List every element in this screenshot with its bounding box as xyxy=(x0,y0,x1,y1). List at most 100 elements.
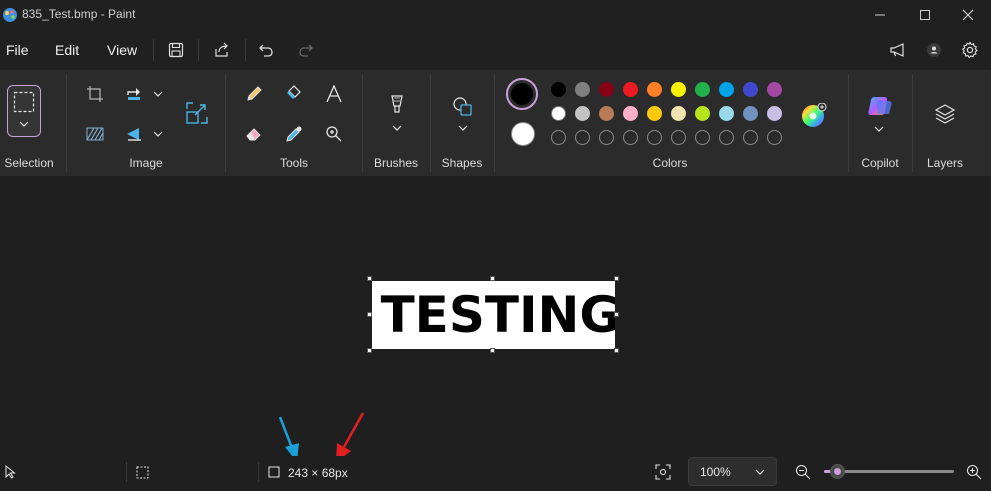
red-arrow xyxy=(336,412,365,462)
zoom-out-button[interactable] xyxy=(795,464,811,480)
resize-handle-right[interactable] xyxy=(614,312,619,317)
drawing-canvas[interactable]: TESTING xyxy=(372,281,615,349)
color-swatch[interactable] xyxy=(671,82,686,97)
custom-color-slot[interactable] xyxy=(719,130,734,145)
color-swatch[interactable] xyxy=(599,106,614,121)
copilot-button[interactable] xyxy=(866,94,894,134)
resize-handle-top-right[interactable] xyxy=(614,276,619,281)
resize-handle-bottom-left[interactable] xyxy=(367,348,372,353)
color-swatch[interactable] xyxy=(647,82,662,97)
flip-button[interactable] xyxy=(122,121,148,147)
zoom-out-icon xyxy=(795,464,811,480)
fill-button[interactable] xyxy=(281,81,307,107)
layers-button[interactable] xyxy=(932,101,958,127)
custom-color-slot[interactable] xyxy=(671,130,686,145)
resize-button[interactable] xyxy=(184,100,210,126)
remove-background-button[interactable] xyxy=(82,121,108,147)
menu-edit[interactable]: Edit xyxy=(55,42,79,58)
pencil-button[interactable] xyxy=(241,81,267,107)
resize-handle-left[interactable] xyxy=(367,312,372,317)
crop-button[interactable] xyxy=(82,81,108,107)
selection-button[interactable] xyxy=(7,85,41,137)
color-swatch[interactable] xyxy=(719,106,734,121)
minimize-button[interactable] xyxy=(857,0,903,30)
resize-handle-top[interactable] xyxy=(490,276,495,281)
save-button[interactable] xyxy=(164,38,188,62)
account-button[interactable] xyxy=(922,38,946,62)
custom-color-slot[interactable] xyxy=(575,130,590,145)
color-swatch[interactable] xyxy=(623,106,638,121)
zoom-select[interactable]: 100% xyxy=(688,457,777,486)
custom-color-slot[interactable] xyxy=(551,130,566,145)
text-button[interactable] xyxy=(321,81,347,107)
title-bar: 835_Test.bmp - Paint xyxy=(0,0,991,30)
ribbon: Selection Image Tools Brushes Shapes Col… xyxy=(0,70,991,176)
secondary-color[interactable] xyxy=(511,122,535,146)
color-swatch[interactable] xyxy=(671,106,686,121)
custom-color-slot[interactable] xyxy=(623,130,638,145)
brushes-button[interactable] xyxy=(384,90,410,134)
maximize-icon xyxy=(920,10,930,20)
share-button[interactable] xyxy=(210,38,234,62)
color-swatch[interactable] xyxy=(551,106,566,121)
color-swatch[interactable] xyxy=(719,82,734,97)
color-swatch[interactable] xyxy=(767,106,782,121)
ribbon-divider xyxy=(225,74,226,172)
edit-colors-button[interactable] xyxy=(801,102,827,129)
menu-bar: File Edit View xyxy=(0,30,991,70)
close-button[interactable] xyxy=(945,0,991,30)
color-swatch[interactable] xyxy=(743,106,758,121)
color-swatch[interactable] xyxy=(695,82,710,97)
menu-divider xyxy=(198,39,199,61)
redo-button[interactable] xyxy=(294,38,318,62)
canvas-size-icon xyxy=(268,466,280,478)
group-label-layers: Layers xyxy=(926,156,964,170)
color-swatch[interactable] xyxy=(767,82,782,97)
custom-color-slot[interactable] xyxy=(767,130,782,145)
color-swatch[interactable] xyxy=(551,82,566,97)
zoom-slider-thumb[interactable] xyxy=(830,464,845,479)
undo-button[interactable] xyxy=(254,38,278,62)
selection-icon xyxy=(136,466,149,479)
menu-view[interactable]: View xyxy=(107,42,137,58)
color-picker-button[interactable] xyxy=(281,121,307,147)
selection-icon xyxy=(13,91,35,113)
edit-colors-icon xyxy=(802,102,827,127)
chevron-down-icon[interactable] xyxy=(153,90,163,98)
group-label-tools: Tools xyxy=(279,156,308,170)
resize-handle-bottom[interactable] xyxy=(490,348,495,353)
primary-color-ring[interactable] xyxy=(506,78,538,110)
zoom-slider-track[interactable] xyxy=(824,464,954,479)
custom-color-slot[interactable] xyxy=(647,130,662,145)
magnifier-button[interactable] xyxy=(321,121,347,147)
fill-icon xyxy=(287,85,301,99)
megaphone-icon xyxy=(890,43,904,57)
menu-divider xyxy=(245,39,246,61)
chevron-down-icon xyxy=(755,469,765,475)
color-swatch[interactable] xyxy=(623,82,638,97)
color-swatch[interactable] xyxy=(575,106,590,121)
color-swatch[interactable] xyxy=(743,82,758,97)
color-swatch[interactable] xyxy=(575,82,590,97)
cursor-icon xyxy=(5,465,16,479)
eraser-button[interactable] xyxy=(241,121,267,147)
settings-button[interactable] xyxy=(958,38,982,62)
maximize-button[interactable] xyxy=(902,0,948,30)
custom-color-slot[interactable] xyxy=(743,130,758,145)
fit-to-window-button[interactable] xyxy=(655,464,671,480)
custom-color-slot[interactable] xyxy=(695,130,710,145)
shapes-button[interactable] xyxy=(450,95,476,135)
rotate-button[interactable] xyxy=(122,81,148,107)
menu-file[interactable]: File xyxy=(6,42,29,58)
feedback-button[interactable] xyxy=(886,38,910,62)
custom-color-slot[interactable] xyxy=(599,130,614,145)
resize-handle-top-left[interactable] xyxy=(367,276,372,281)
color-swatch[interactable] xyxy=(647,106,662,121)
color-swatch[interactable] xyxy=(599,82,614,97)
copilot-icon xyxy=(868,97,892,132)
chevron-down-icon[interactable] xyxy=(153,130,163,138)
color-swatch[interactable] xyxy=(695,106,710,121)
ribbon-divider xyxy=(848,74,849,172)
zoom-in-button[interactable] xyxy=(966,464,982,480)
resize-handle-bottom-right[interactable] xyxy=(614,348,619,353)
